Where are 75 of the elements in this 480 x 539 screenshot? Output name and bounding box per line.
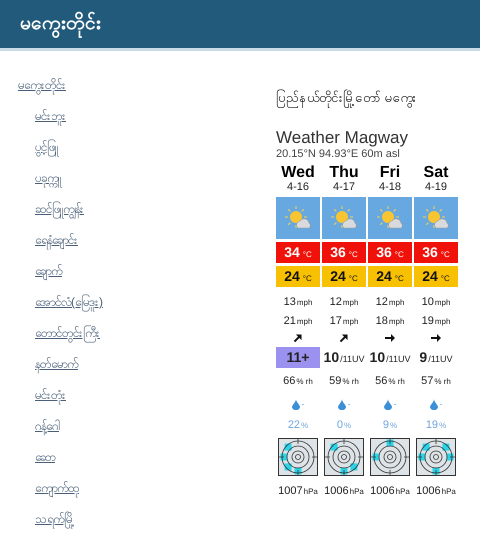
nav-link[interactable]: အောင်လံ(မြေဒူး) — [35, 292, 103, 312]
wind-rose-icon — [370, 438, 410, 476]
min-temperature: 24 °C — [322, 266, 366, 287]
min-temperature: 24 °C — [414, 266, 458, 287]
air-pressure: 1006hPa — [369, 484, 411, 499]
wind-rose-icon — [416, 438, 456, 476]
date-label: 4-17 — [332, 181, 356, 194]
precipitation: - — [394, 399, 396, 409]
wind-gust: 18 mph — [374, 314, 406, 329]
nav-link[interactable]: သရက်မြို့ — [35, 509, 74, 529]
humidity: 59% rh — [328, 374, 360, 389]
humidity: 57% rh — [420, 374, 452, 389]
uv-index: 9/11UV — [418, 348, 454, 367]
wind-rose-icon — [278, 438, 318, 476]
nav-link[interactable]: ဆော — [35, 447, 55, 467]
wind-speed: 13 mph — [282, 295, 314, 310]
precipitation-probability: 22% — [286, 418, 310, 433]
raindrop-icon — [338, 398, 346, 410]
min-temperature: 24 °C — [276, 266, 320, 287]
day-name: Sat — [422, 164, 450, 181]
max-temperature: 36 °C — [414, 242, 458, 263]
wind-speed: 10 mph — [420, 295, 452, 310]
precipitation-probability: 0% — [336, 418, 352, 433]
day-name: Wed — [280, 164, 316, 181]
nav-link[interactable]: ရေနံချောင်း — [35, 230, 78, 250]
air-pressure: 1006hPa — [323, 484, 365, 499]
precipitation-probability: 9% — [382, 418, 398, 433]
widget-title[interactable]: Weather Magway — [276, 128, 476, 148]
air-pressure: 1006hPa — [415, 484, 457, 499]
max-temperature: 36 °C — [368, 242, 412, 263]
precipitation: - — [302, 399, 304, 409]
nav-link[interactable]: ပခုက္ကူ — [35, 168, 61, 188]
wind-rose-icon — [324, 438, 364, 476]
min-temperature: 24 °C — [368, 266, 412, 287]
wind-gust: 17 mph — [328, 314, 360, 329]
nav-link[interactable]: နတ်မောက် — [35, 354, 78, 374]
humidity: 56% rh — [374, 374, 406, 389]
coordinates: 20.15°N 94.93°E 60m asl — [276, 148, 401, 160]
precipitation-probability: 19% — [424, 418, 448, 433]
uv-index: 10/11UV — [368, 348, 412, 367]
max-temperature: 34 °C — [276, 242, 320, 263]
nav-link[interactable]: ဂန့်ဂေါ — [35, 416, 59, 436]
day-name: Fri — [378, 164, 402, 181]
raindrop-icon — [430, 398, 438, 410]
uv-index: 10/11UV — [322, 348, 366, 367]
nav-link[interactable]: မင်းတုံး — [35, 385, 66, 405]
nav-link[interactable]: ပွင့်ဖြူ — [35, 137, 58, 157]
raindrop-icon — [292, 398, 300, 410]
day-name: Thu — [328, 164, 360, 181]
nav-link[interactable]: တောင်တွင်းကြီး — [35, 323, 100, 343]
site-title: မကွေးတိုင်း — [20, 10, 101, 38]
wind-speed: 12 mph — [374, 295, 406, 310]
nav-link[interactable]: မကွေးတိုင်း — [18, 75, 66, 95]
wind-speed: 12 mph — [328, 295, 360, 310]
nav-link[interactable]: ချောက် — [35, 261, 62, 281]
sun-cloud-icon — [330, 206, 358, 230]
sun-cloud-icon — [376, 206, 404, 230]
date-label: 4-16 — [286, 181, 310, 194]
nav-link[interactable]: ဆင်ဖြူကျွန်း — [35, 199, 84, 219]
sun-cloud-icon — [422, 206, 450, 230]
raindrop-icon — [384, 398, 392, 410]
uv-index: 11+ — [276, 347, 320, 368]
wind-gust: 21 mph — [282, 314, 314, 329]
date-label: 4-19 — [424, 181, 448, 194]
date-label: 4-18 — [378, 181, 402, 194]
precipitation: - — [348, 399, 350, 409]
humidity: 66% rh — [282, 374, 314, 389]
wind-gust: 19 mph — [420, 314, 452, 329]
nav-link[interactable]: မင်းဘူး — [35, 106, 66, 126]
section-heading: ပြည်နယ်တိုင်းမြို့တော် မကွေး — [276, 89, 476, 108]
sun-cloud-icon — [284, 206, 312, 230]
max-temperature: 36 °C — [322, 242, 366, 263]
precipitation: - — [440, 399, 442, 409]
air-pressure: 1007 hPa — [277, 484, 319, 499]
nav-link[interactable]: ကျောက်ထု — [35, 478, 79, 498]
